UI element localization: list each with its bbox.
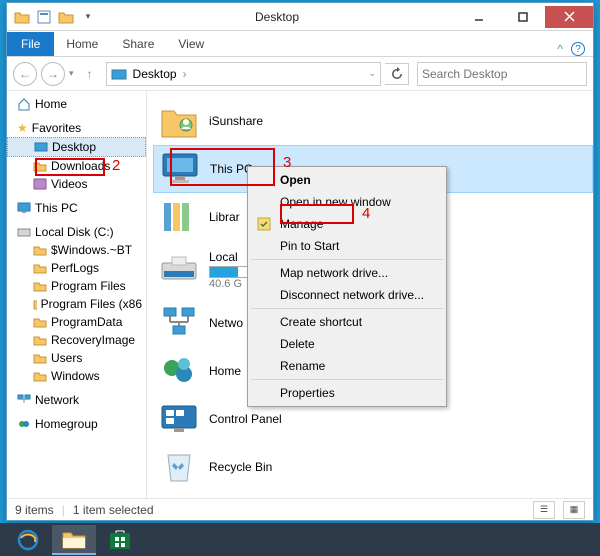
tree-videos[interactable]: Videos — [7, 175, 146, 193]
back-button[interactable]: ← — [13, 62, 37, 86]
tab-home[interactable]: Home — [54, 32, 110, 56]
tree-desktop-label: Desktop — [52, 140, 96, 154]
tiles-view-button[interactable]: ▦ — [563, 501, 585, 519]
recent-dropdown-icon[interactable]: ▾ — [69, 68, 74, 79]
navigation-bar: ← → ▾ ↑ Desktop › ⌄ — [7, 57, 593, 91]
address-bar[interactable]: Desktop › ⌄ — [106, 62, 381, 86]
libraries-icon — [159, 197, 199, 237]
minimize-button[interactable] — [457, 6, 501, 28]
properties-qat-icon[interactable] — [35, 8, 53, 26]
breadcrumb-separator: › — [183, 67, 187, 81]
star-icon: ★ — [17, 121, 28, 135]
tree-local-disk-label: Local Disk (C:) — [35, 225, 114, 239]
tree-this-pc[interactable]: This PC — [7, 199, 146, 217]
tree-network-label: Network — [35, 393, 79, 407]
menu-create-shortcut[interactable]: Create shortcut — [250, 311, 444, 333]
item-label: Librar — [209, 210, 240, 224]
tree-favorites-label: Favorites — [32, 121, 81, 135]
tree-c-item[interactable]: $Windows.~BT — [7, 241, 146, 259]
tree-videos-label: Videos — [51, 177, 87, 191]
taskbar-store[interactable] — [98, 525, 142, 555]
maximize-button[interactable] — [501, 6, 545, 28]
taskbar-ie[interactable] — [6, 525, 50, 555]
menu-manage[interactable]: Manage — [250, 213, 444, 235]
control-panel-icon — [159, 399, 199, 439]
tree-favorites[interactable]: ★ Favorites — [7, 119, 146, 137]
address-dropdown-icon[interactable]: ⌄ — [368, 68, 376, 79]
tree-desktop[interactable]: Desktop — [7, 137, 146, 157]
tab-view[interactable]: View — [166, 32, 216, 56]
details-view-button[interactable]: ☰ — [533, 501, 555, 519]
tab-file[interactable]: File — [7, 32, 54, 56]
menu-manage-label: Manage — [280, 217, 323, 231]
menu-open-new-window[interactable]: Open in new window — [250, 191, 444, 213]
folder-icon — [13, 8, 31, 26]
network-icon — [159, 303, 199, 343]
qat-dropdown-icon[interactable]: ▾ — [79, 8, 97, 26]
menu-map-network-drive[interactable]: Map network drive... — [250, 262, 444, 284]
tree-downloads-label: Downloads — [51, 159, 110, 173]
status-item-count: 9 items — [15, 503, 54, 517]
menu-properties[interactable]: Properties — [250, 382, 444, 404]
ribbon: File Home Share View ^ ? — [7, 31, 593, 57]
status-bar: 9 items | 1 item selected ☰ ▦ — [7, 498, 593, 520]
search-box[interactable] — [417, 62, 587, 86]
tree-c-item[interactable]: Users — [7, 349, 146, 367]
tree-c-item[interactable]: PerfLogs — [7, 259, 146, 277]
menu-disconnect-network-drive[interactable]: Disconnect network drive... — [250, 284, 444, 306]
item-label: Control Panel — [209, 412, 282, 426]
tree-home[interactable]: Home — [7, 95, 146, 113]
taskbar — [0, 523, 600, 556]
help-icon[interactable]: ? — [571, 42, 585, 56]
tree-homegroup-label: Homegroup — [35, 417, 98, 431]
manage-icon — [256, 216, 272, 232]
tree-network[interactable]: Network — [7, 391, 146, 409]
tree-home-label: Home — [35, 97, 67, 111]
window-title: Desktop — [97, 10, 457, 24]
tree-this-pc-label: This PC — [35, 201, 78, 215]
menu-rename[interactable]: Rename — [250, 355, 444, 377]
tree-c-item[interactable]: Program Files (x86 — [7, 295, 146, 313]
recycle-bin-icon — [159, 447, 199, 487]
item-isunshare[interactable]: iSunshare — [153, 97, 593, 145]
context-menu: Open Open in new window Manage Pin to St… — [247, 166, 447, 407]
search-input[interactable] — [422, 67, 582, 81]
forward-button[interactable]: → — [41, 62, 65, 86]
breadcrumb-desktop[interactable]: Desktop — [131, 67, 179, 81]
up-button[interactable]: ↑ — [78, 62, 102, 86]
menu-open[interactable]: Open — [250, 169, 444, 191]
tree-local-disk[interactable]: Local Disk (C:) — [7, 223, 146, 241]
navigation-tree: Home ★ Favorites Desktop Downloads — [7, 91, 147, 498]
item-label: Netwo — [209, 316, 243, 330]
drive-icon — [159, 250, 199, 290]
chevron-up-icon[interactable]: ^ — [557, 42, 563, 56]
tree-c-item[interactable]: Program Files — [7, 277, 146, 295]
new-folder-qat-icon[interactable] — [57, 8, 75, 26]
tree-c-item[interactable]: ProgramData — [7, 313, 146, 331]
taskbar-file-explorer[interactable] — [52, 525, 96, 555]
location-icon — [111, 67, 127, 81]
tree-downloads[interactable]: Downloads — [7, 157, 146, 175]
tree-homegroup[interactable]: Homegroup — [7, 415, 146, 433]
menu-delete[interactable]: Delete — [250, 333, 444, 355]
folder-user-icon — [159, 101, 199, 141]
refresh-button[interactable] — [385, 63, 409, 85]
item-label: Recycle Bin — [209, 460, 272, 474]
item-recycle-bin[interactable]: Recycle Bin — [153, 443, 593, 491]
tab-share[interactable]: Share — [110, 32, 166, 56]
item-label: Home — [209, 364, 241, 378]
tree-c-item[interactable]: RecoveryImage — [7, 331, 146, 349]
homegroup-icon — [159, 351, 199, 391]
tab-file-label: File — [21, 37, 40, 51]
status-selection: 1 item selected — [73, 503, 154, 517]
titlebar: ▾ Desktop — [7, 3, 593, 31]
menu-pin-to-start[interactable]: Pin to Start — [250, 235, 444, 257]
tree-c-item[interactable]: Windows — [7, 367, 146, 385]
item-label: iSunshare — [209, 114, 263, 128]
close-button[interactable] — [545, 6, 593, 28]
this-pc-icon — [160, 149, 200, 189]
